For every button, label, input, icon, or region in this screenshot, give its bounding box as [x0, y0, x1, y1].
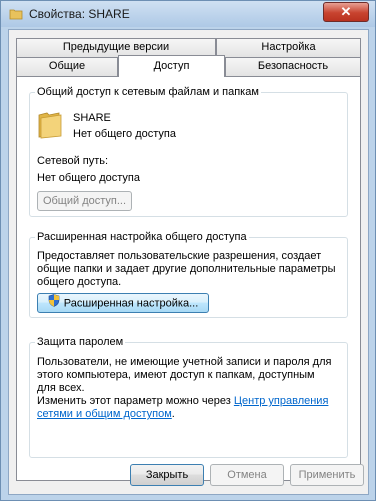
- advanced-description-line: общие папки и задает другие дополнительн…: [37, 263, 336, 275]
- folder-icon: [9, 7, 23, 21]
- window-title: Свойства: SHARE: [29, 7, 130, 21]
- tab-security[interactable]: Безопасность: [225, 57, 361, 76]
- password-description-line: для всех.: [37, 382, 85, 394]
- uac-shield-icon: [48, 294, 60, 313]
- close-dialog-button[interactable]: Закрыть: [130, 464, 204, 486]
- folder-share-status: Нет общего доступа: [73, 128, 176, 140]
- tab-sharing[interactable]: Доступ: [118, 55, 225, 77]
- password-protection-group: Защита паролем Пользователи, не имеющие …: [29, 336, 348, 458]
- tab-customize[interactable]: Настройка: [216, 38, 361, 57]
- password-description-line: этого компьютера, имеют доступ к папкам,…: [37, 369, 315, 381]
- advanced-description-line: Предоставляет пользовательские разрешени…: [37, 250, 322, 262]
- network-sharing-group: Общий доступ к сетевым файлам и папкам S…: [29, 86, 348, 217]
- share-button[interactable]: Общий доступ...: [37, 191, 132, 211]
- network-center-link-cont[interactable]: сетями и общим доступом: [37, 408, 172, 420]
- shared-folder-icon: [37, 109, 63, 142]
- tab-label: Предыдущие версии: [62, 41, 170, 53]
- group-title: Защита паролем: [35, 336, 126, 348]
- tab-label: Общие: [48, 60, 86, 72]
- title-bar[interactable]: Свойства: SHARE ✕: [1, 1, 375, 27]
- close-icon: ✕: [340, 4, 352, 19]
- network-path-label: Сетевой путь:: [37, 155, 109, 167]
- change-setting-line-2: сетями и общим доступом.: [37, 408, 175, 420]
- advanced-sharing-button-label: Расширенная настройка...: [63, 297, 199, 310]
- advanced-sharing-button[interactable]: Расширенная настройка...: [37, 293, 209, 313]
- cancel-button[interactable]: Отмена: [210, 464, 284, 486]
- network-center-link[interactable]: Центр управления: [234, 395, 329, 407]
- advanced-description-line: общего доступа.: [37, 276, 122, 288]
- change-setting-text: Изменить этот параметр можно через: [37, 395, 234, 407]
- network-path-value: Нет общего доступа: [37, 172, 140, 184]
- tab-label: Доступ: [153, 60, 190, 72]
- folder-name: SHARE: [73, 112, 111, 124]
- group-title: Расширенная настройка общего доступа: [35, 231, 249, 243]
- apply-button[interactable]: Применить: [290, 464, 364, 486]
- tab-general[interactable]: Общие: [16, 57, 118, 76]
- sentence-end: .: [171, 408, 175, 420]
- close-button[interactable]: ✕: [323, 2, 369, 22]
- password-description-line: Пользователи, не имеющие учетной записи …: [37, 356, 332, 368]
- dialog-client: Предыдущие версии Настройка Общие Доступ…: [8, 29, 369, 495]
- sharing-panel: Общий доступ к сетевым файлам и папкам S…: [16, 76, 361, 481]
- change-setting-line: Изменить этот параметр можно через Центр…: [37, 395, 328, 407]
- tab-label: Безопасность: [257, 60, 329, 72]
- tab-label: Настройка: [261, 41, 316, 53]
- group-title: Общий доступ к сетевым файлам и папкам: [35, 86, 261, 98]
- advanced-sharing-group: Расширенная настройка общего доступа Пре…: [29, 231, 348, 318]
- properties-window: Свойства: SHARE ✕ Предыдущие версии Наст…: [0, 0, 376, 501]
